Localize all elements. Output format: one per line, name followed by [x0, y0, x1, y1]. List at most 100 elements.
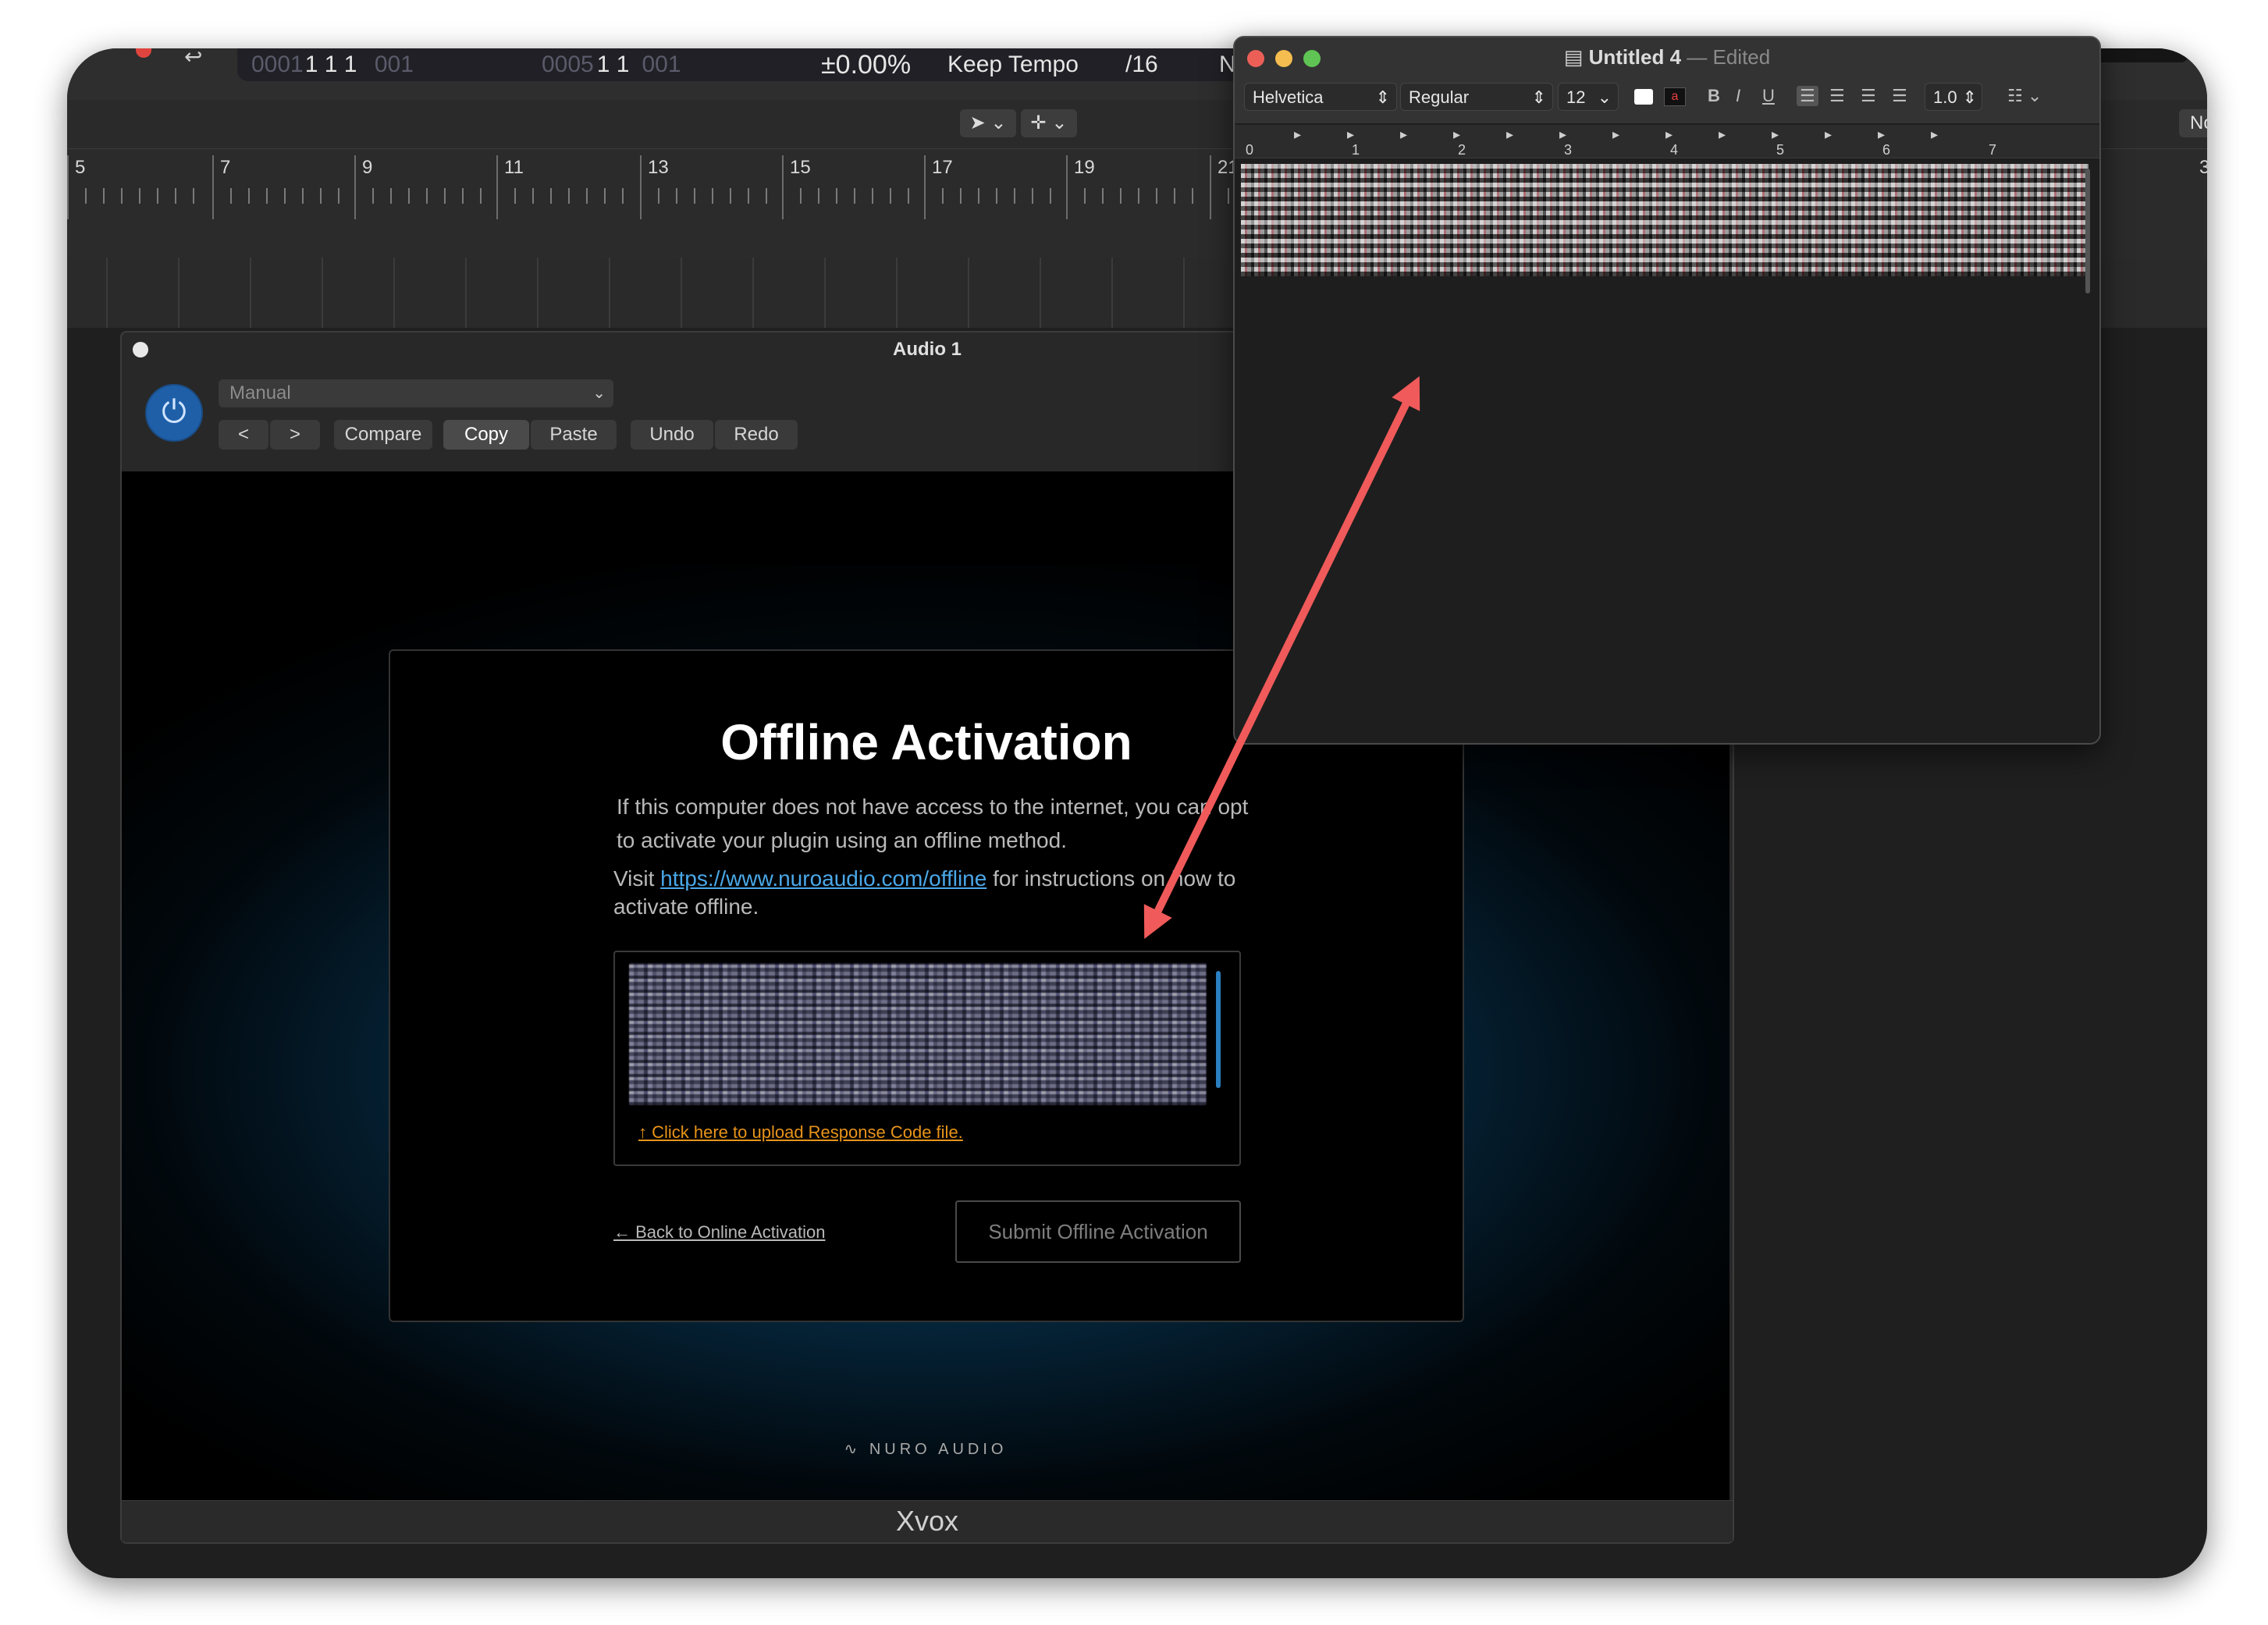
track-gridline	[465, 258, 467, 328]
tab-stop-icon[interactable]: ▸	[1825, 126, 1832, 143]
ruler-tick	[532, 188, 534, 204]
division-display[interactable]: /16	[1125, 48, 1158, 81]
font-family-value: Helvetica	[1253, 87, 1324, 107]
chevron-down-icon: ⌄	[592, 385, 606, 402]
ruler-tick	[890, 188, 891, 204]
ruler-tick	[462, 188, 464, 204]
ruler-bar-13: 13	[648, 157, 669, 178]
plugin-close-button[interactable]	[133, 342, 148, 357]
redacted-request-code[interactable]	[629, 963, 1207, 1105]
ruler-bar-9: 9	[362, 157, 373, 178]
textedit-ruler[interactable]: 0 1 2 3 4 5 6 7 ▸ ▸ ▸ ▸ ▸ ▸ ▸ ▸ ▸ ▸ ▸ ▸ ▸	[1235, 125, 2099, 158]
tab-stop-icon[interactable]: ▸	[1559, 126, 1566, 143]
ruler-tick	[426, 188, 428, 204]
preset-select[interactable]: Manual ⌄	[219, 379, 613, 407]
ruler-bar-19: 19	[1074, 157, 1095, 178]
ruler-tick	[157, 188, 158, 204]
ruler-tick	[586, 188, 588, 204]
previous-preset-button[interactable]: <	[219, 420, 268, 450]
font-size-value: 12	[1566, 87, 1586, 107]
font-family-select[interactable]: Helvetica ⇕	[1244, 83, 1397, 111]
textedit-scrollbar[interactable]	[2085, 169, 2090, 293]
tab-stop-icon[interactable]: ▸	[1665, 126, 1673, 143]
offline-instructions-link[interactable]: https://www.nuroaudio.com/offline	[660, 866, 986, 891]
ruler-tick	[854, 188, 855, 204]
highlight-color-well[interactable]: a	[1664, 87, 1686, 106]
ruler-tick	[338, 188, 339, 204]
dialog-description: If this computer does not have access to…	[617, 795, 1249, 852]
pointer-tool-button[interactable]: ➤ ⌄	[960, 109, 1016, 137]
ruler-number: 5	[1776, 142, 1785, 158]
dialog-instructions: Visit https://www.nuroaudio.com/offline …	[613, 865, 1269, 921]
crosshair-tool-button[interactable]: ✛ ⌄	[1021, 109, 1077, 137]
tab-stop-icon[interactable]: ▸	[1612, 126, 1619, 143]
font-style-select[interactable]: Regular ⇕	[1400, 83, 1553, 111]
plugin-footer-name: Xvox	[122, 1500, 1733, 1541]
tab-stop-icon[interactable]: ▸	[1453, 126, 1460, 143]
font-style-value: Regular	[1409, 87, 1470, 107]
ruler-bar-marker	[924, 155, 926, 219]
tab-stop-icon[interactable]: ▸	[1347, 126, 1354, 143]
ruler-tick	[1228, 188, 1229, 204]
ruler-tick	[248, 188, 250, 204]
italic-icon[interactable]: I	[1736, 86, 1740, 106]
ruler-tick	[568, 188, 570, 204]
copy-button[interactable]: Copy	[443, 420, 529, 450]
justify-icon[interactable]: ☰	[1892, 86, 1907, 106]
align-center-icon[interactable]: ☰	[1829, 86, 1845, 106]
ruler-tick	[1192, 188, 1193, 204]
tempo-mode[interactable]: Keep Tempo	[947, 48, 1079, 81]
ruler-tick	[302, 188, 304, 204]
compare-button[interactable]: Compare	[334, 420, 432, 450]
ruler-tick	[193, 188, 194, 204]
visit-prefix: Visit	[613, 866, 661, 891]
text-color-well[interactable]	[1634, 89, 1653, 105]
tab-stop-icon[interactable]: ▸	[1931, 126, 1938, 143]
textedit-title: ▤ Untitled 4 — Edited	[1235, 45, 2099, 69]
tab-stop-icon[interactable]: ▸	[1294, 126, 1301, 143]
power-button[interactable]: ⏻	[145, 384, 203, 442]
underline-icon[interactable]: U	[1762, 86, 1775, 106]
ruler-tick	[1138, 188, 1139, 204]
code-scrollbar[interactable]	[1216, 971, 1221, 1088]
ruler-tick	[444, 188, 446, 204]
tab-stop-icon[interactable]: ▸	[1400, 126, 1407, 143]
tab-stop-icon[interactable]: ▸	[1878, 126, 1885, 143]
redo-button[interactable]: Redo	[715, 420, 798, 450]
tab-stop-icon[interactable]: ▸	[1772, 126, 1779, 143]
undo-arrow-icon[interactable]: ↩	[184, 48, 202, 69]
ruler-tick	[908, 188, 909, 204]
tab-stop-icon[interactable]: ▸	[1719, 126, 1726, 143]
undo-button[interactable]: Undo	[631, 420, 713, 450]
track-gridline	[106, 258, 108, 328]
paste-button[interactable]: Paste	[531, 420, 617, 450]
ruler-bar-marker	[212, 155, 214, 219]
list-icon[interactable]: ☷ ⌄	[2007, 86, 2042, 106]
submit-offline-button[interactable]: Submit Offline Activation	[955, 1200, 1241, 1263]
ruler-number: 7	[1989, 142, 1997, 158]
track-gridline	[896, 258, 898, 328]
ruler-tick	[942, 188, 944, 204]
align-left-icon[interactable]: ☰	[1797, 86, 1818, 106]
back-to-online-link[interactable]: ← Back to Online Activation	[613, 1222, 825, 1243]
line-spacing-value: 1.0	[1933, 87, 1957, 107]
right-edge-button[interactable]: No	[2179, 109, 2207, 137]
ruler-tick	[818, 188, 819, 204]
next-preset-button[interactable]: >	[270, 420, 320, 450]
line-spacing-select[interactable]: 1.0 ⇕	[1925, 83, 1982, 111]
upload-response-link[interactable]: ↑ Click here to upload Response Code fil…	[638, 1122, 963, 1143]
document-name: Untitled 4	[1588, 45, 1682, 69]
pasted-code-text[interactable]	[1241, 164, 2088, 276]
ruler-tick	[85, 188, 87, 204]
stepper-icon: ⇕	[1375, 87, 1390, 107]
request-code-box[interactable]: ↑ Click here to upload Response Code fil…	[613, 951, 1241, 1166]
bold-icon[interactable]: B	[1708, 86, 1720, 106]
ruler-tick	[960, 188, 962, 204]
nuro-logo-icon: ∿	[844, 1441, 869, 1458]
align-right-icon[interactable]: ☰	[1861, 86, 1876, 106]
track-gridline	[824, 258, 826, 328]
font-size-select[interactable]: 12 ⌄	[1558, 83, 1619, 111]
ruler-tick	[1120, 188, 1122, 204]
tab-stop-icon[interactable]: ▸	[1506, 126, 1513, 143]
chevron-down-icon: ⌄	[1597, 87, 1612, 107]
